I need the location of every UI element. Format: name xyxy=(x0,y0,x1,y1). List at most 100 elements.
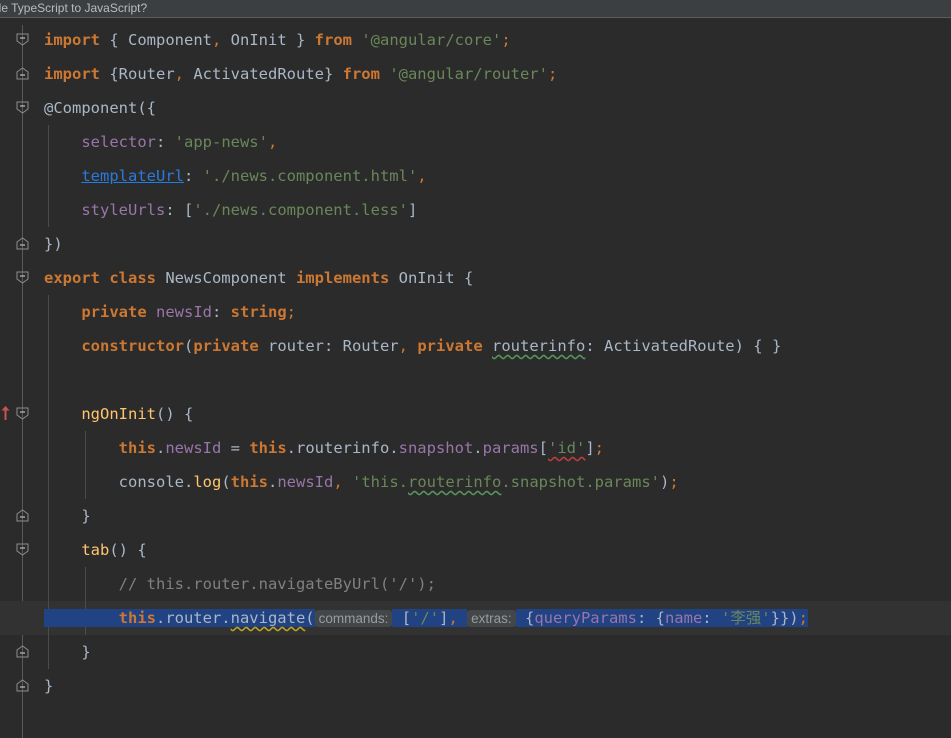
code-token: }) xyxy=(44,235,63,253)
code-line[interactable]: private newsId: string; xyxy=(44,295,296,329)
code-token: () { xyxy=(155,405,194,423)
code-token: , xyxy=(448,609,458,627)
code-token: OnInit } xyxy=(221,31,315,49)
code-token: log xyxy=(193,473,222,491)
code-line[interactable]: @Component({ xyxy=(44,91,156,125)
fold-collapse-icon[interactable] xyxy=(16,101,29,114)
code-token: tab xyxy=(81,541,110,559)
code-line[interactable]: } xyxy=(44,669,53,703)
code-token: newsId xyxy=(156,303,212,321)
fold-collapse-icon[interactable] xyxy=(16,407,29,420)
fold-collapse-icon[interactable] xyxy=(16,33,29,46)
code-token: private xyxy=(417,337,483,355)
code-token: selector xyxy=(44,133,156,151)
fold-expand-icon[interactable] xyxy=(16,237,29,250)
code-token: this xyxy=(249,439,287,457)
code-surface[interactable]: import { Component, OnInit } from '@angu… xyxy=(0,18,951,738)
code-token: router: Router xyxy=(258,337,399,355)
code-line[interactable]: } xyxy=(44,499,90,533)
code-token: ( xyxy=(183,337,194,355)
fold-expand-icon[interactable] xyxy=(16,509,29,522)
code-line[interactable]: // this.router.navigateByUrl('/'); xyxy=(44,567,436,601)
code-token: string xyxy=(230,303,287,321)
code-token: ; xyxy=(501,31,511,49)
code-token: {Router xyxy=(100,65,175,83)
fold-expand-icon[interactable] xyxy=(16,679,29,692)
notification-bar[interactable]: ile TypeScript to JavaScript? xyxy=(0,0,951,18)
code-token: from xyxy=(314,31,352,49)
fold-collapse-icon[interactable] xyxy=(16,271,29,284)
code-line[interactable]: import {Router, ActivatedRoute} from '@a… xyxy=(44,57,557,91)
code-token: : [ xyxy=(165,201,194,219)
code-token: ) xyxy=(659,473,670,491)
code-line[interactable]: } xyxy=(44,635,91,669)
code-token: , xyxy=(267,133,278,151)
code-token: navigate xyxy=(230,609,306,627)
code-line[interactable]: this.newsId = this.routerinfo.snapshot.p… xyxy=(44,431,604,465)
code-token: ( xyxy=(221,473,231,491)
code-token: ] xyxy=(585,439,595,457)
code-token: this xyxy=(230,473,268,491)
code-token: '李强' xyxy=(720,609,771,627)
code-token: , xyxy=(398,337,408,355)
code-token: . xyxy=(267,473,278,491)
code-line[interactable]: styleUrls: ['./news.component.less'] xyxy=(44,193,417,227)
code-token: ; xyxy=(286,303,297,321)
code-token: } xyxy=(44,677,54,695)
fold-collapse-icon[interactable] xyxy=(16,543,29,556)
code-line[interactable]: import { Component, OnInit } from '@angu… xyxy=(44,23,511,57)
code-token: from xyxy=(342,65,380,83)
code-token: [ xyxy=(538,439,548,457)
code-token: : xyxy=(212,303,231,321)
code-token: : xyxy=(155,133,175,151)
code-token: OnInit { xyxy=(389,269,474,287)
code-editor[interactable]: import { Component, OnInit } from '@angu… xyxy=(0,18,951,738)
code-token: }}) xyxy=(770,609,799,627)
code-token: ; xyxy=(594,439,604,457)
code-token: import xyxy=(44,65,100,83)
code-token: name xyxy=(664,609,703,627)
code-token: // this.router.navigateByUrl('/'); xyxy=(44,575,436,593)
code-token: routerinfo xyxy=(408,473,502,491)
code-line[interactable]: this.router.navigate(commands: ['/'], ex… xyxy=(44,601,808,635)
code-token: .snapshot.params' xyxy=(501,473,660,491)
code-token: , xyxy=(174,65,184,83)
code-token: '@angular/router' xyxy=(389,65,548,83)
code-token: routerinfo xyxy=(492,337,586,355)
code-token: .router. xyxy=(155,609,231,627)
code-line[interactable]: tab() { xyxy=(44,533,147,567)
fold-expand-icon[interactable] xyxy=(16,67,29,80)
code-token: './news.component.less' xyxy=(193,201,408,219)
code-token: console. xyxy=(44,473,194,491)
code-token: '@angular/core' xyxy=(361,31,502,49)
code-token: = xyxy=(221,439,250,457)
code-line[interactable]: constructor(private router: Router, priv… xyxy=(44,329,781,363)
code-line[interactable]: console.log(this.newsId, 'this.routerinf… xyxy=(44,465,679,499)
implementing-method-icon[interactable] xyxy=(1,406,10,420)
code-token: private xyxy=(81,303,147,321)
fold-expand-icon[interactable] xyxy=(16,645,29,658)
code-token: '/' xyxy=(411,609,440,627)
code-line[interactable]: ngOnInit() { xyxy=(44,397,193,431)
code-token: ; xyxy=(547,65,558,83)
code-line[interactable]: selector: 'app-news', xyxy=(44,125,277,159)
code-line[interactable]: }) xyxy=(44,227,63,261)
code-line[interactable]: export class NewsComponent implements On… xyxy=(44,261,473,295)
code-token: './news.component.html' xyxy=(202,167,418,185)
code-token: () { xyxy=(109,541,147,559)
code-token[interactable]: templateUrl xyxy=(81,167,184,185)
code-token: : ActivatedRoute) { } xyxy=(585,337,782,355)
code-line[interactable]: templateUrl: './news.component.html', xyxy=(44,159,426,193)
code-token: constructor xyxy=(81,337,184,355)
code-token: } xyxy=(44,643,91,661)
code-token: params xyxy=(482,439,539,457)
